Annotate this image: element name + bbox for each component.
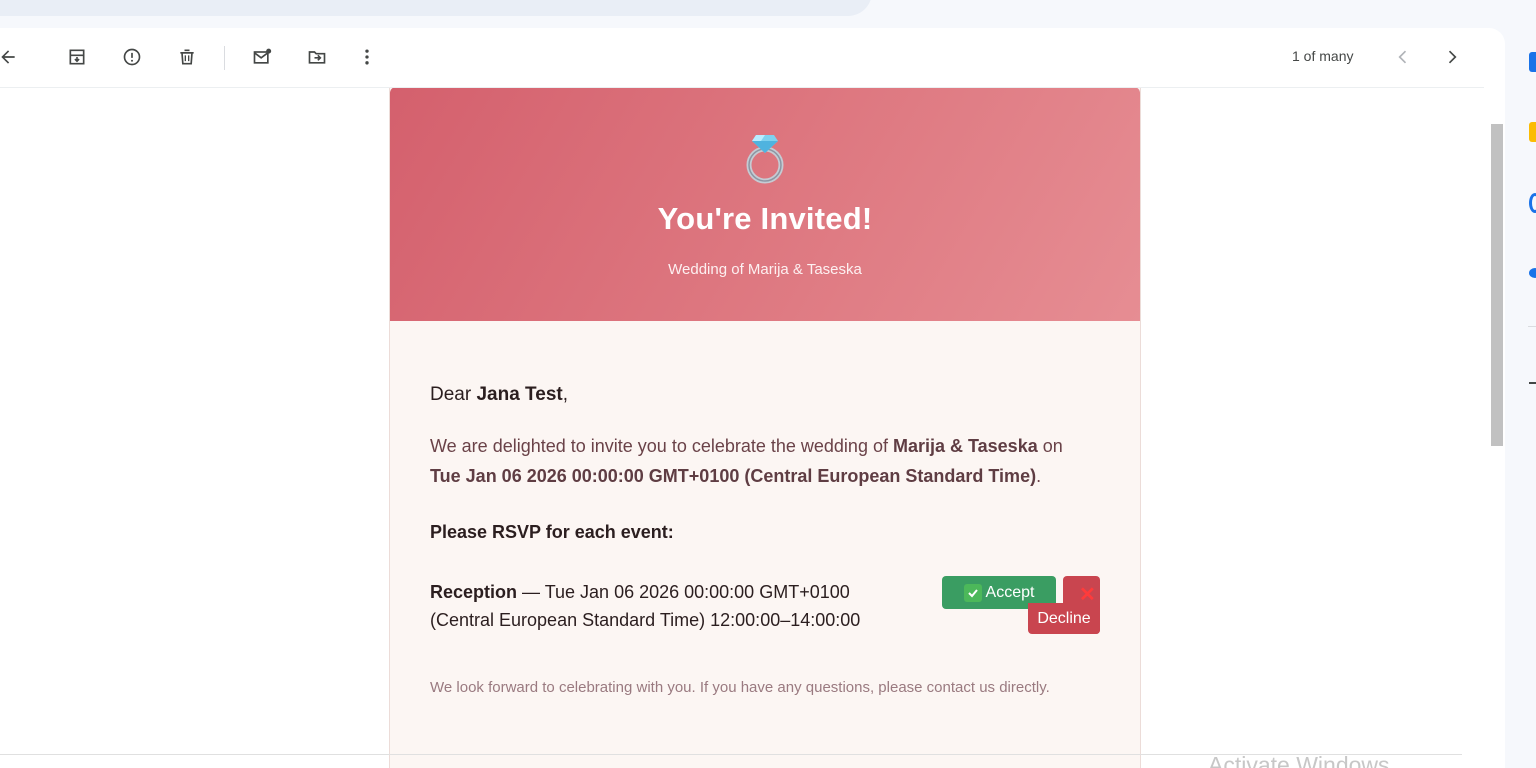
recipient-name: Jana Test [476, 384, 563, 405]
invitation-header: You're Invited! Wedding of Marija & Tase… [390, 88, 1140, 321]
add-addon-icon[interactable] [1529, 382, 1536, 384]
chevron-right-icon [1448, 50, 1457, 64]
event-row: Reception — Tue Jan 06 2026 00:00:00 GMT… [430, 578, 910, 634]
decline-label[interactable]: Decline [1028, 603, 1100, 634]
archive-button[interactable] [57, 40, 97, 74]
newer-button[interactable] [1383, 40, 1423, 74]
more-vertical-icon [365, 49, 369, 65]
invitation-subtitle: Wedding of Marija & Taseska [668, 261, 862, 278]
greeting: Dear Jana Test, [430, 384, 568, 406]
report-spam-button[interactable] [112, 40, 152, 74]
greeting-suffix: , [562, 384, 568, 405]
intro-end: . [1036, 466, 1042, 486]
message-body: You're Invited! Wedding of Marija & Tase… [0, 88, 1484, 768]
rsvp-heading: Please RSVP for each event: [430, 522, 674, 542]
contacts-icon[interactable] [1529, 268, 1536, 278]
keep-icon[interactable] [1529, 122, 1536, 142]
intro-on: on [1037, 436, 1063, 456]
chevron-left-icon [1398, 50, 1407, 64]
checkmark-icon [963, 583, 982, 602]
older-button[interactable] [1432, 40, 1472, 74]
accept-label: Accept [985, 583, 1035, 601]
pager-count: 1 of many [1292, 48, 1354, 64]
back-button[interactable] [0, 40, 28, 74]
intro-prefix: We are delighted to invite you to celebr… [430, 436, 893, 456]
mail-view: 1 of many You're Invited! Wedding of Mar… [0, 28, 1505, 768]
side-panel-rail [1505, 0, 1536, 768]
windows-watermark: Activate Windows [1208, 752, 1390, 768]
delete-button[interactable] [167, 40, 207, 74]
mark-unread-button[interactable] [242, 40, 282, 74]
toolbar-divider [224, 46, 225, 70]
more-options-button[interactable] [347, 40, 387, 74]
scrollbar-thumb[interactable] [1491, 124, 1503, 446]
couple-names: Marija & Taseska [892, 436, 1038, 456]
arrow-left-icon [1, 50, 15, 64]
rail-divider [1528, 326, 1536, 327]
move-to-button[interactable] [297, 40, 337, 74]
greeting-prefix: Dear [430, 384, 477, 405]
event-name: Reception [430, 582, 518, 602]
scrollbar[interactable] [1489, 124, 1505, 740]
footer-note: We look forward to celebrating with you.… [430, 679, 1050, 696]
invitation-title: You're Invited! [657, 201, 873, 236]
invitation-card: You're Invited! Wedding of Marija & Tase… [389, 88, 1141, 768]
search-bar[interactable] [0, 0, 872, 16]
calendar-icon[interactable] [1529, 52, 1536, 72]
message-toolbar: 1 of many [0, 28, 1484, 88]
move-to-folder-icon [308, 51, 326, 64]
trash-icon [180, 49, 194, 65]
mark-unread-icon [253, 48, 272, 64]
report-spam-icon [123, 48, 141, 66]
tasks-icon[interactable] [1529, 193, 1536, 213]
wedding-date: Tue Jan 06 2026 00:00:00 GMT+0100 (Centr… [430, 466, 1037, 486]
intro-paragraph: We are delighted to invite you to celebr… [430, 431, 1110, 491]
ring-icon [746, 135, 784, 184]
archive-icon [69, 49, 85, 65]
